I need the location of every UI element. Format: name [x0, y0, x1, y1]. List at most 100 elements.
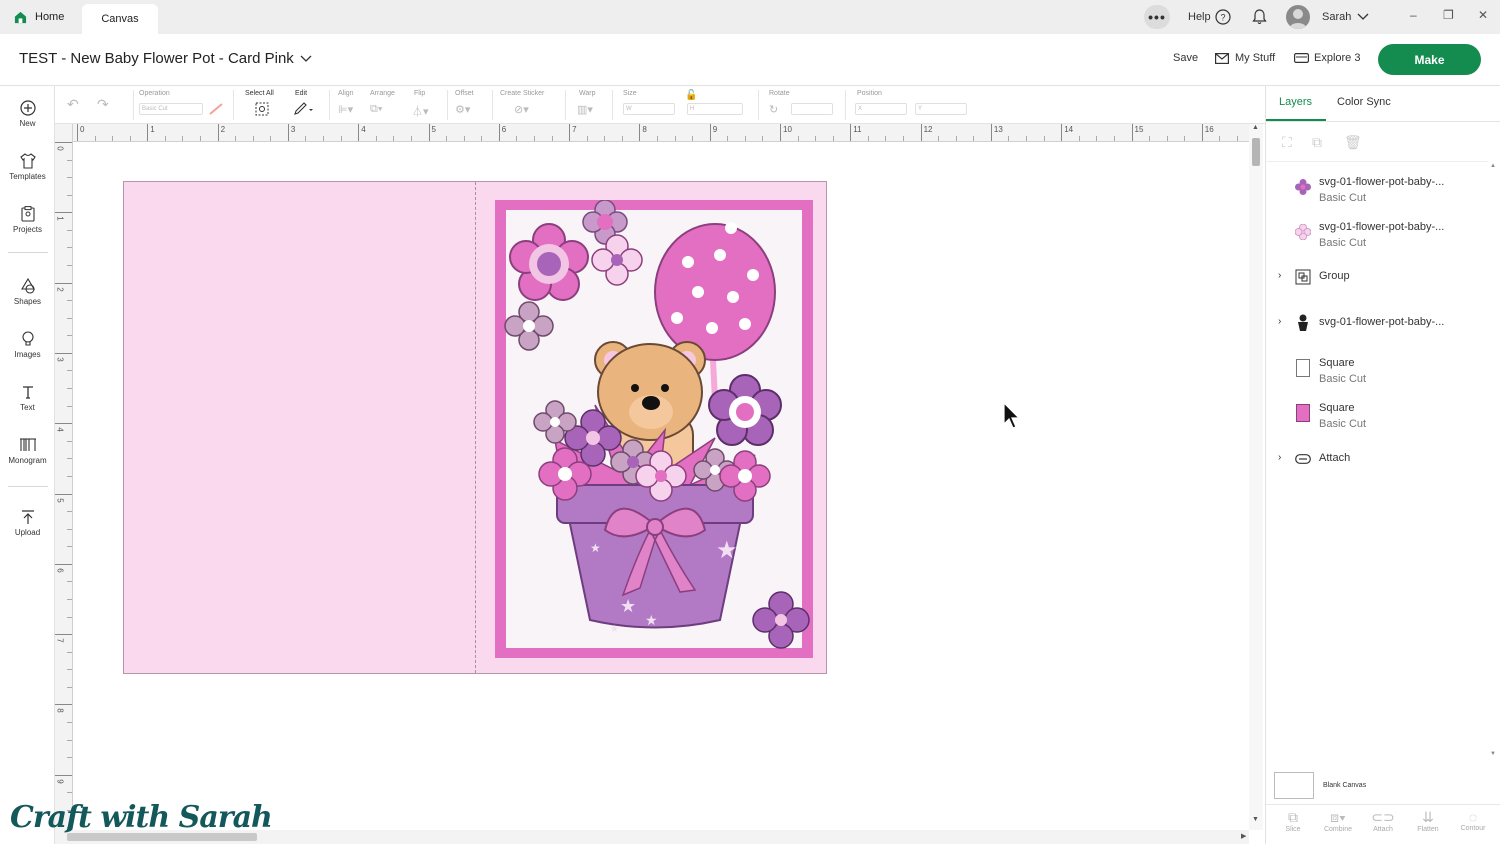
align-button[interactable]: Align ⊫▾: [338, 90, 368, 120]
sidebar-item-projects[interactable]: Projects: [0, 206, 55, 234]
layer-operation: Basic Cut: [1319, 237, 1367, 249]
duplicate-icon[interactable]: ⧉: [1312, 134, 1322, 151]
project-title-dropdown[interactable]: TEST - New Baby Flower Pot - Card Pink: [19, 50, 312, 67]
sidebar-item-shapes[interactable]: Shapes: [0, 278, 55, 306]
sidebar-item-templates[interactable]: Templates: [0, 153, 55, 181]
rotate-group: Rotate ↻: [769, 90, 835, 120]
scroll-right-icon[interactable]: ▶: [1241, 832, 1246, 840]
layer-item[interactable]: svg-01-flower-pot-baby-... Basic Cut: [1266, 170, 1488, 210]
scroll-thumb[interactable]: [1252, 138, 1260, 166]
more-options-button[interactable]: •••: [1144, 5, 1170, 29]
project-header: TEST - New Baby Flower Pot - Card Pink S…: [0, 34, 1500, 86]
operation-label: Operation: [139, 90, 170, 97]
flatten-button[interactable]: ⇊ Flatten: [1408, 809, 1448, 833]
toolbar-divider: [612, 90, 613, 120]
layers-scrollbar[interactable]: ▲ ▼: [1488, 161, 1500, 761]
ruler-tick: [1131, 124, 1133, 141]
warp-button[interactable]: Warp ▥▾: [577, 90, 607, 120]
offset-button[interactable]: Offset ⚙▾: [455, 90, 485, 120]
layer-name: Square: [1319, 402, 1355, 414]
sidebar-item-new[interactable]: New: [0, 100, 55, 128]
blank-canvas-swatch[interactable]: [1274, 772, 1314, 799]
help-button[interactable]: Help ?: [1188, 0, 1231, 34]
flip-button[interactable]: Flip ⏃▾: [412, 90, 442, 120]
position-y-input[interactable]: Y: [915, 103, 967, 115]
ruler-tick: [990, 124, 992, 141]
ruler-label: 15: [1134, 125, 1144, 134]
layer-item[interactable]: › svg-01-flower-pot-baby-...: [1266, 306, 1488, 346]
chevron-right-icon[interactable]: ›: [1278, 270, 1281, 281]
sidebar-item-images[interactable]: Images: [0, 331, 55, 359]
layer-item[interactable]: svg-01-flower-pot-baby-... Basic Cut: [1266, 215, 1488, 255]
tab-canvas[interactable]: Canvas: [82, 4, 158, 34]
tab-layers[interactable]: Layers: [1279, 96, 1312, 108]
contour-button[interactable]: ◌ Contour: [1453, 809, 1493, 832]
flower-pot-bear-illustration[interactable]: ★ ★ ★ ★ ★: [495, 200, 813, 658]
scroll-up-icon[interactable]: ▲: [1252, 124, 1259, 131]
attach-button[interactable]: ⊂⊃ Attach: [1363, 809, 1403, 833]
sidebar-item-monogram[interactable]: Monogram: [0, 437, 55, 465]
redo-icon[interactable]: ↷: [97, 96, 109, 113]
layer-item[interactable]: › Attach: [1266, 442, 1488, 482]
operation-select[interactable]: Basic Cut: [139, 103, 203, 115]
sidebar-item-text[interactable]: Text: [0, 384, 55, 412]
mail-icon: [1215, 52, 1229, 64]
layer-item[interactable]: Square Basic Cut: [1266, 351, 1488, 391]
height-input[interactable]: H: [687, 103, 743, 115]
warp-icon: ▥▾: [577, 104, 593, 116]
delete-icon[interactable]: 🗑: [1344, 134, 1362, 151]
more-dots-icon: •••: [1148, 9, 1166, 25]
tab-color-sync[interactable]: Color Sync: [1337, 96, 1391, 108]
toolbar-divider: [845, 90, 846, 120]
sidebar-item-upload[interactable]: Upload: [0, 509, 55, 537]
ruler-tick: [1061, 124, 1063, 141]
combine-button[interactable]: ⧈▾ Combine: [1318, 809, 1358, 833]
toolbar-divider: [233, 90, 234, 120]
toolbar-divider: [133, 90, 134, 120]
tab-home-label: Home: [35, 11, 65, 23]
bell-icon: [1252, 9, 1267, 25]
undo-icon[interactable]: ↶: [67, 96, 79, 113]
tab-canvas-label: Canvas: [101, 13, 139, 25]
minimize-button[interactable]: –: [1410, 8, 1417, 22]
layer-item[interactable]: Square Basic Cut: [1266, 396, 1488, 436]
ruler-label: 9: [712, 125, 718, 134]
tab-home[interactable]: Home: [14, 0, 64, 34]
canvas-vertical-scrollbar[interactable]: ▲ ▼: [1249, 124, 1263, 830]
scroll-down-icon[interactable]: ▼: [1490, 751, 1496, 757]
notifications-button[interactable]: [1252, 0, 1267, 34]
select-all-button[interactable]: Select All: [245, 90, 281, 120]
chevron-down-icon: [300, 55, 312, 62]
position-x-input[interactable]: X: [855, 103, 907, 115]
save-button[interactable]: Save: [1173, 52, 1198, 64]
ruler-label: 6: [501, 125, 507, 134]
my-stuff-button[interactable]: My Stuff: [1215, 52, 1275, 64]
ruler-tick: [55, 423, 72, 425]
square-pink-icon: [1294, 404, 1312, 422]
create-sticker-label: Create Sticker: [500, 90, 545, 97]
create-sticker-button[interactable]: Create Sticker ⊘▾: [500, 90, 560, 120]
arrange-button[interactable]: Arrange ⧉▾: [370, 90, 400, 120]
group-layers-icon[interactable]: ⛶: [1282, 134, 1292, 151]
ruler-tick: [217, 124, 219, 141]
width-input[interactable]: W: [623, 103, 675, 115]
edit-button[interactable]: Edit: [293, 90, 323, 120]
chevron-right-icon[interactable]: ›: [1278, 452, 1281, 463]
sidebar-label: Upload: [14, 528, 41, 537]
card-design[interactable]: ★ ★ ★ ★ ★: [123, 181, 827, 674]
user-menu[interactable]: Sarah: [1322, 0, 1369, 34]
make-button[interactable]: Make: [1378, 44, 1481, 75]
scroll-up-icon[interactable]: ▲: [1490, 163, 1496, 169]
avatar[interactable]: [1286, 5, 1310, 29]
chevron-right-icon[interactable]: ›: [1278, 316, 1281, 327]
machine-selector[interactable]: Explore 3: [1294, 52, 1360, 64]
scroll-down-icon[interactable]: ▼: [1252, 816, 1259, 823]
lock-icon[interactable]: 🔓: [685, 90, 697, 101]
pen-color-icon[interactable]: [209, 103, 223, 115]
layer-item[interactable]: › Group: [1266, 260, 1488, 300]
close-window-button[interactable]: ✕: [1478, 8, 1488, 22]
restore-button[interactable]: ❐: [1443, 8, 1454, 22]
rotate-input[interactable]: [791, 103, 833, 115]
offset-icon: ⚙▾: [455, 104, 471, 116]
slice-button[interactable]: ⧉ Slice: [1273, 809, 1313, 833]
